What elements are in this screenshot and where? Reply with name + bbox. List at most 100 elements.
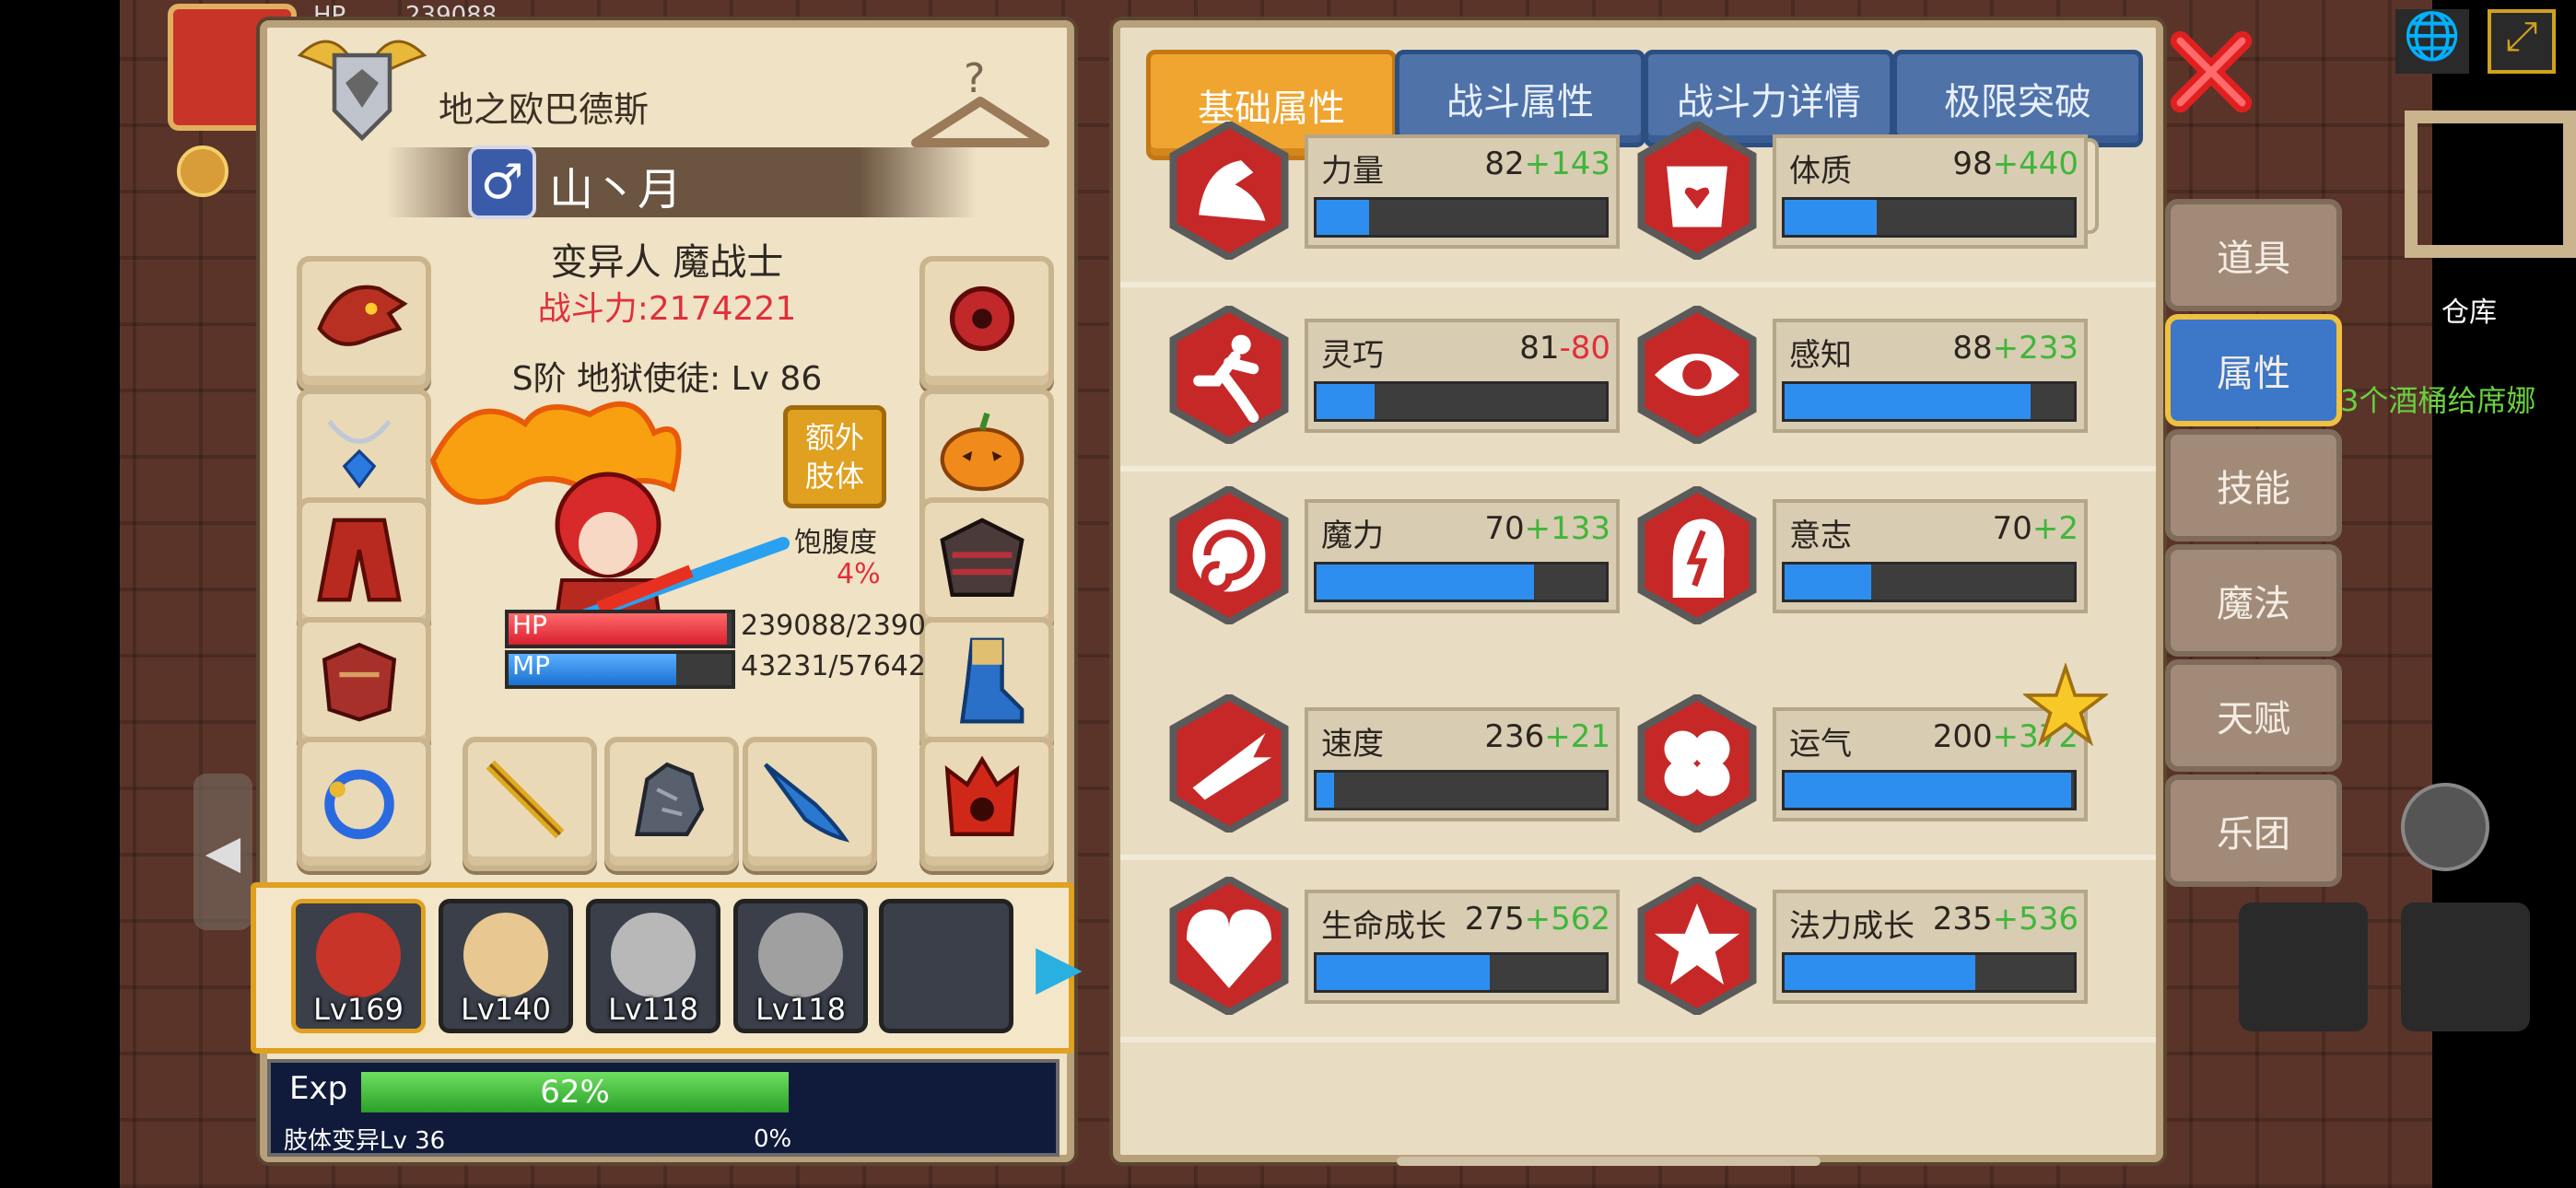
stat-bar-fill [1317,384,1375,419]
stat-base: 275 [1464,901,1525,938]
stat-base: 98 [1952,146,1993,182]
stat-label: 意志 [1789,518,1852,554]
equip-slot-helmet[interactable] [297,256,431,390]
side-menu-item-4[interactable]: 天赋 [2165,659,2342,772]
stat-box[interactable]: 生命成长 275+562 [1305,890,1620,1004]
side-menu-item-3[interactable]: 魔法 [2165,544,2342,657]
equip-slot-boots[interactable] [919,617,1054,751]
blue-ring-icon [324,769,394,840]
mp-value: 43231/57642 [741,650,926,682]
stat-label: 灵巧 [1321,337,1384,374]
stat-bar-fill [1785,565,1872,600]
exp-label: Exp [289,1070,348,1107]
left-scroll-arrow-icon[interactable]: ◀ [193,774,252,930]
stat-box[interactable]: 力量 82+143 [1305,134,1620,249]
satiety-label: 饱腹度 [794,527,877,559]
satiety-value: 4% [837,558,881,590]
stat-label: 力量 [1321,153,1384,190]
grey-maid-portrait-icon [758,913,843,997]
stat-value: 82+143 [1484,146,1610,182]
party-member[interactable]: Lv118 [586,899,720,1033]
stat-bar-fill [1317,955,1491,990]
stat-box[interactable]: 速度 236+21 [1305,707,1620,821]
dpad-icon[interactable] [2401,783,2489,871]
stat-value: 236+21 [1484,718,1610,755]
stat-bonus: +536 [1992,901,2078,938]
eye-icon [1636,304,1758,446]
quest-text[interactable]: 3个酒桶给席娜 [2340,378,2535,420]
stat-bar [1314,770,1609,810]
stat-box[interactable]: 魔力 70+133 [1305,499,1620,613]
heart-growth-icon [1168,875,1290,1017]
stat-bar [1314,562,1609,602]
magic-sigil-icon [1636,875,1758,1017]
grey-maid-portrait-icon [611,913,696,997]
male-icon: ♂ [468,146,536,219]
party-member-level: Lv140 [461,992,551,1027]
pumpkin-icon [940,412,1025,492]
mutation-label: 肢体变异Lv 36 [284,1127,446,1155]
stat-base: 81 [1519,330,1560,367]
equip-slot-armor[interactable] [297,497,431,632]
stat-bar-fill [1785,200,1878,235]
gear-shortcut-icon[interactable] [177,146,228,197]
network-icon[interactable]: 🌐 [2395,9,2469,74]
party-next-arrow-icon[interactable]: ▶ [1036,930,1083,1004]
sapphire-necklace-icon [327,419,392,489]
party-member-level: Lv169 [313,992,404,1027]
stat-bar-fill [1317,773,1334,808]
equip-slot-head-accessory[interactable] [919,256,1054,390]
equip-slot-gauntlet[interactable] [297,617,431,751]
sword-skill-icon[interactable] [2239,903,2368,1031]
side-menu-item-2[interactable]: 技能 [2165,429,2342,542]
stat-bar [1782,381,2077,422]
row-divider [1120,466,2156,472]
equip-slot-offhand[interactable] [604,737,739,871]
party-member[interactable]: Lv169 [291,899,426,1033]
minimap[interactable] [2405,111,2576,258]
side-menu-item-0[interactable]: 道具 [2165,199,2342,311]
tab-3[interactable]: 极限突破 [1892,50,2143,147]
minimize-icon[interactable]: ⤢ [2488,9,2556,74]
panel-scrollbar[interactable] [1397,1157,1821,1166]
row-divider [1120,282,2156,287]
equip-slot-weapon[interactable] [463,737,597,871]
stat-bar [1782,562,2077,602]
stat-box[interactable]: 意志 70+2 [1773,499,2088,613]
hp-label: HP [512,610,547,640]
stat-bar-fill [1785,773,2071,808]
tab-1[interactable]: 战斗属性 [1395,50,1645,147]
stat-base: 236 [1484,718,1545,755]
stat-box[interactable]: 法力成长 235+536 [1773,890,2088,1004]
bow-skill-icon[interactable] [2401,903,2530,1031]
blue-fish-icon [764,763,850,843]
stat-value: 81-80 [1519,330,1610,367]
equip-slot-cloak[interactable] [919,497,1054,632]
party-empty-slot[interactable] [879,899,1013,1033]
muscle-arm-icon [1168,120,1290,262]
stat-bar [1782,952,2077,993]
mutation-value: 0% [754,1125,792,1153]
stat-box[interactable]: 体质 98+440 [1773,134,2088,249]
dragon-helmet-icon [317,285,408,346]
party-member[interactable]: Lv140 [439,899,573,1033]
equip-slot-relic[interactable] [919,737,1054,871]
favorite-star-icon[interactable] [2021,661,2110,748]
stat-value: 235+536 [1933,901,2078,938]
stat-bar-fill [1785,955,1976,990]
equip-slot-ring[interactable] [297,737,431,871]
beast-claw-icon [635,762,705,836]
stat-box[interactable]: 灵巧 81-80 [1305,319,1620,433]
extra-limbs-button[interactable]: 额外 肢体 [783,405,886,508]
golden-staff-icon [486,760,565,839]
party-member[interactable]: Lv118 [733,899,868,1033]
close-button[interactable] [2167,28,2255,116]
stat-bonus: -80 [1559,330,1610,367]
equip-slot-ammo[interactable] [743,737,877,871]
red-hair-portrait-icon [316,913,401,997]
stat-value: 275+562 [1465,901,1610,938]
stat-box[interactable]: 感知 88+233 [1773,319,2088,433]
side-menu-item-5[interactable]: 乐团 [2165,775,2342,887]
party-member-level: Lv118 [608,992,698,1027]
side-menu-item-1[interactable]: 属性 [2165,314,2342,426]
